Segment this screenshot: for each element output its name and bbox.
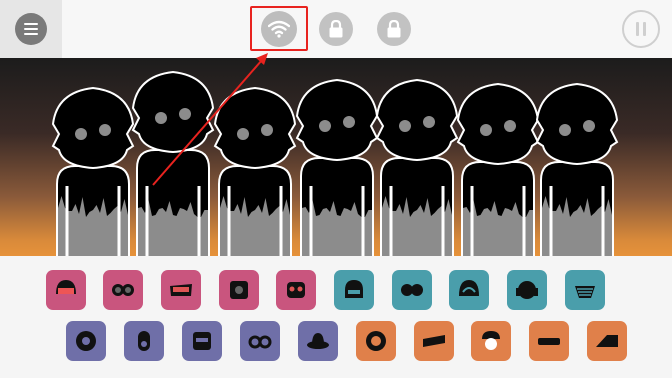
pause-button[interactable] [622,10,660,48]
tilted-visor-icon [423,335,445,347]
highlight-box [250,6,308,51]
sound-button[interactable] [298,321,338,361]
sound-button[interactable] [507,270,547,310]
character-eye [99,124,111,136]
sound-button[interactable] [587,321,627,361]
goggles-icon [112,284,134,296]
character-eye [480,124,492,136]
cap-face-icon [482,331,500,350]
character-eye [399,120,411,132]
round-goggles-icon [401,284,423,296]
character-eye [423,116,435,128]
lock-icon [329,20,343,38]
glasses-icon [248,335,272,349]
sound-button[interactable] [356,321,396,361]
gear-box-icon [230,281,248,299]
character-silhouette[interactable] [375,78,459,256]
character-eye [261,124,273,136]
top-bar [0,0,672,58]
sound-button[interactable] [471,321,511,361]
menu-tile [0,0,62,58]
hamburger-menu-icon [24,23,38,35]
character-silhouette[interactable] [131,70,215,256]
sound-button[interactable] [124,321,164,361]
sound-button[interactable] [219,270,259,310]
sound-button[interactable] [529,321,569,361]
sound-button[interactable] [414,321,454,361]
character-silhouette[interactable] [51,86,135,256]
character-eye [559,124,571,136]
locked-button-2[interactable] [377,12,411,46]
robot-face-icon [287,282,305,298]
character-eye [155,112,167,124]
sound-button[interactable] [182,321,222,361]
character-eye [504,120,516,132]
character-eye [237,128,249,140]
headphones-icon [516,281,538,299]
box-head-icon [193,332,211,350]
character-eye [75,128,87,140]
gear-ball-icon [76,331,96,351]
ramp-icon [596,335,618,347]
mesh-mask-icon [575,286,595,298]
stage-canvas [51,70,619,256]
character-stage [0,58,672,256]
character-silhouette[interactable] [456,82,540,256]
character-silhouette[interactable] [535,82,619,256]
lock-icon [387,20,401,38]
flat-bar-icon [538,338,560,345]
pause-icon [636,22,646,36]
sound-button[interactable] [565,270,605,310]
sound-button[interactable] [161,270,201,310]
helmet-visor-icon [56,280,76,294]
character-eye [583,120,595,132]
sound-button[interactable] [276,270,316,310]
sound-button[interactable] [66,321,106,361]
character-silhouette[interactable] [295,78,379,256]
sound-button[interactable] [334,270,374,310]
character-eye [319,120,331,132]
character-eye [179,108,191,120]
character-silhouette[interactable] [213,86,297,256]
character-eye [343,116,355,128]
speaker-icon [366,331,386,351]
sound-palette [0,256,672,378]
sound-button[interactable] [240,321,280,361]
hat-icon [307,333,329,349]
capsule-icon [138,331,150,351]
wave-head-icon [459,280,479,296]
sound-button[interactable] [392,270,432,310]
masked-face-icon [345,280,363,298]
sound-button[interactable] [449,270,489,310]
locked-button-1[interactable] [319,12,353,46]
sound-button[interactable] [46,270,86,310]
visor-icon [170,284,192,296]
menu-button[interactable] [15,13,47,45]
sound-button[interactable] [103,270,143,310]
